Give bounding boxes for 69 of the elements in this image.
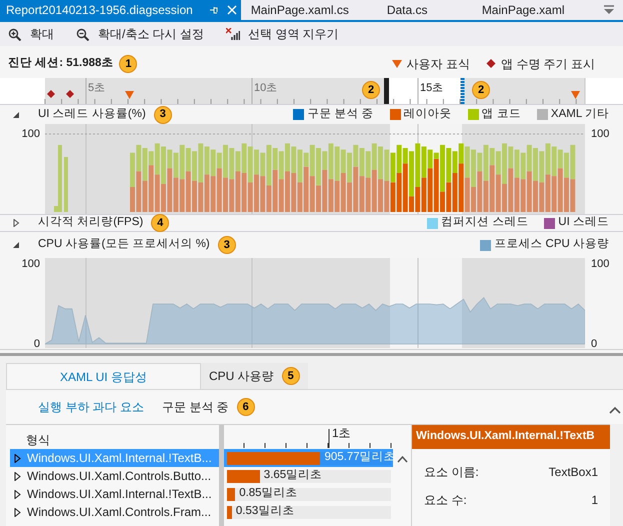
table-row[interactable]: Windows.UI.Xaml.Controls.Butto... — [10, 467, 219, 485]
diamond-marker-icon[interactable] — [66, 90, 74, 98]
tick-label: 15초 — [420, 81, 444, 96]
section-title: UI 스레드 사용률(%) — [38, 106, 146, 122]
zoom-out-icon — [76, 28, 90, 40]
legend-label: 레이아웃 — [404, 106, 452, 122]
y-axis-label: 0 — [34, 339, 40, 350]
document-tab[interactable]: MainPage.xaml — [470, 0, 590, 20]
tick-label: 10초 — [254, 81, 278, 96]
close-icon[interactable] — [226, 5, 237, 15]
collapse-icon[interactable] — [12, 110, 20, 118]
duration-value: 0.53밀리초 — [236, 504, 294, 519]
legend-label: 사용자 표식 — [406, 56, 470, 73]
section-title: CPU 사용률(모든 프로세서의 %) — [38, 237, 210, 252]
field-label: 요소 수: — [424, 492, 467, 509]
toolbar-button[interactable]: 선택 영역 지우기 — [226, 24, 339, 44]
document-tab[interactable]: Report20140213-1956.diagsession — [0, 0, 241, 20]
triangle-marker-icon[interactable] — [125, 91, 134, 99]
triangle-marker-icon[interactable] — [571, 91, 580, 99]
pin-icon[interactable] — [208, 5, 219, 15]
number-badge: 4 — [151, 214, 170, 232]
field-value: 1 — [591, 492, 598, 509]
axis-label: 100 — [591, 127, 610, 142]
toolbar-button[interactable]: 확대 — [8, 24, 54, 44]
column-header: 형식 — [26, 432, 51, 449]
axis-label: 100 — [591, 259, 610, 270]
view-tab[interactable]: XAML UI 응답성 — [6, 363, 201, 389]
diamond-marker-icon[interactable] — [47, 90, 55, 98]
legend-label: 프로세스 CPU 사용량 — [494, 237, 609, 252]
legend-label: 컴퍼지션 스레드 — [441, 215, 528, 230]
sub-tab[interactable]: 구문 분석 중 — [162, 398, 229, 416]
duration-value: 3.65밀리초 — [264, 468, 322, 483]
table-row[interactable]: Windows.UI.Xaml.Controls.Fram... — [10, 503, 219, 521]
dropdown-icon[interactable] — [603, 5, 615, 15]
expand-icon[interactable] — [12, 219, 20, 227]
table-row[interactable]: Windows.UI.Xaml.Internal.!TextB... — [10, 485, 219, 503]
toolbar-button[interactable]: 확대/축소 다시 설정 — [76, 24, 204, 44]
selection-handle[interactable] — [460, 78, 465, 104]
number-badge: 3 — [218, 236, 236, 254]
scroll-up-icon[interactable] — [609, 406, 621, 414]
view-tab[interactable]: CPU 사용량 5 — [201, 363, 308, 389]
legend-label: 앱 코드 — [482, 106, 521, 122]
number-badge: 5 — [282, 367, 300, 385]
details-title: Windows.UI.Xaml.Internal.!TextB — [412, 425, 610, 449]
number-badge: 1 — [119, 55, 138, 73]
legend-label: XAML 기타 — [550, 106, 609, 122]
session-duration: 진단 세션: 51.988초 — [8, 56, 114, 72]
number-badge: 3 — [154, 106, 172, 124]
legend-label: 구문 분석 중 — [307, 106, 374, 122]
legend-label: UI 스레드 — [558, 215, 609, 230]
document-tab[interactable]: MainPage.xaml.cs — [240, 0, 375, 20]
y-axis-label: 100 — [22, 259, 40, 270]
field-value: TextBox1 — [548, 464, 598, 481]
zoom-in-icon — [8, 28, 22, 40]
document-tab[interactable]: Data.cs — [374, 0, 470, 20]
axis-label: 0 — [591, 339, 598, 350]
legend-label: 앱 수명 주기 표시 — [500, 56, 595, 73]
clear-selection-icon — [226, 28, 240, 40]
scroll-up-icon[interactable] — [397, 455, 408, 463]
duration-value: 0.85밀리초 — [239, 486, 298, 501]
field-label: 요소 이름: — [424, 464, 479, 481]
number-badge: 6 — [236, 398, 255, 416]
sub-tab[interactable]: 실행 부하 과다 요소 — [38, 398, 144, 416]
collapse-icon[interactable] — [12, 241, 20, 249]
scale-label: 1초 — [332, 427, 351, 439]
tick-label: 5초 — [88, 81, 106, 96]
selection-handle[interactable] — [384, 78, 389, 104]
section-title: 시각적 처리량(FPS) — [38, 215, 144, 230]
axis-label: 100 — [22, 127, 40, 142]
